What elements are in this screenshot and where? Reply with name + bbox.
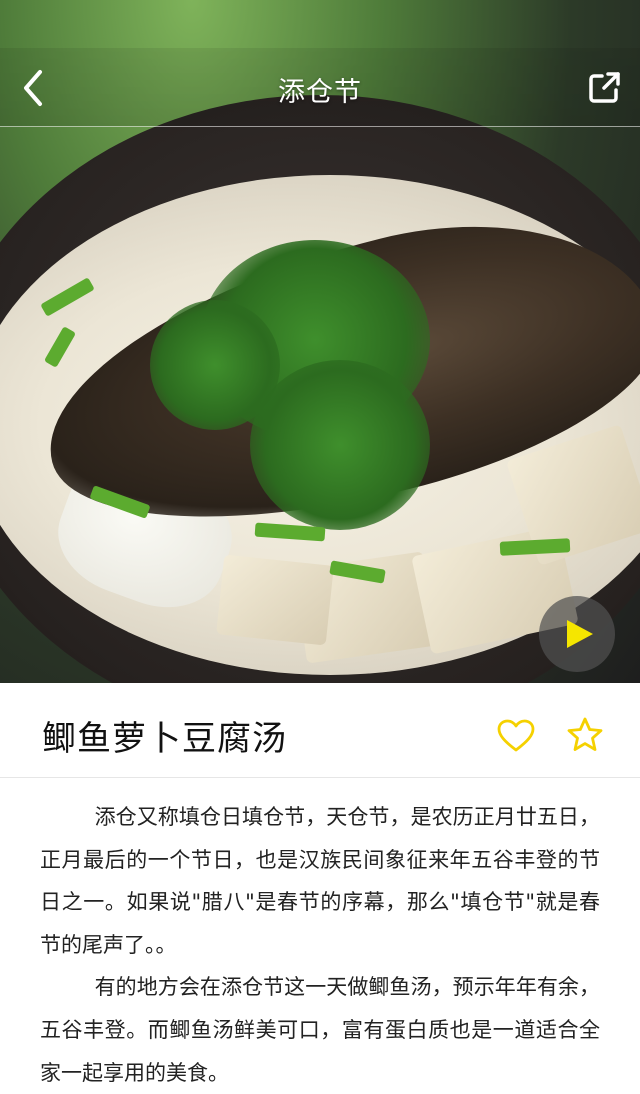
- cilantro: [150, 300, 280, 430]
- cilantro: [250, 360, 430, 530]
- page-title: 添仓节: [278, 77, 362, 108]
- article-body: 添仓又称填仓日填仓节，天仓节，是农历正月廿五日，正月最后的一个节日，也是汉族民间…: [40, 796, 600, 1094]
- share-button[interactable]: [588, 70, 622, 104]
- favorite-button[interactable]: [566, 716, 604, 754]
- recipe-title-row: 鲫鱼萝卜豆腐汤: [0, 683, 640, 778]
- article-paragraph: 添仓又称填仓日填仓节，天仓节，是农历正月廿五日，正月最后的一个节日，也是汉族民间…: [40, 805, 600, 957]
- play-video-button[interactable]: [539, 596, 615, 672]
- star-outline-icon: [567, 717, 603, 751]
- like-button[interactable]: [497, 719, 535, 753]
- heart-outline-icon: [497, 719, 535, 752]
- play-icon: [567, 620, 593, 648]
- article-paragraph: 有的地方会在添仓节这一天做鲫鱼汤，预示年年有余，五谷丰登。而鲫鱼汤鲜美可口，富有…: [40, 975, 600, 1085]
- share-icon: [589, 72, 620, 103]
- top-nav-bar: 添仓节: [0, 48, 640, 127]
- recipe-title: 鲫鱼萝卜豆腐汤: [42, 719, 287, 759]
- tofu-piece: [216, 554, 334, 646]
